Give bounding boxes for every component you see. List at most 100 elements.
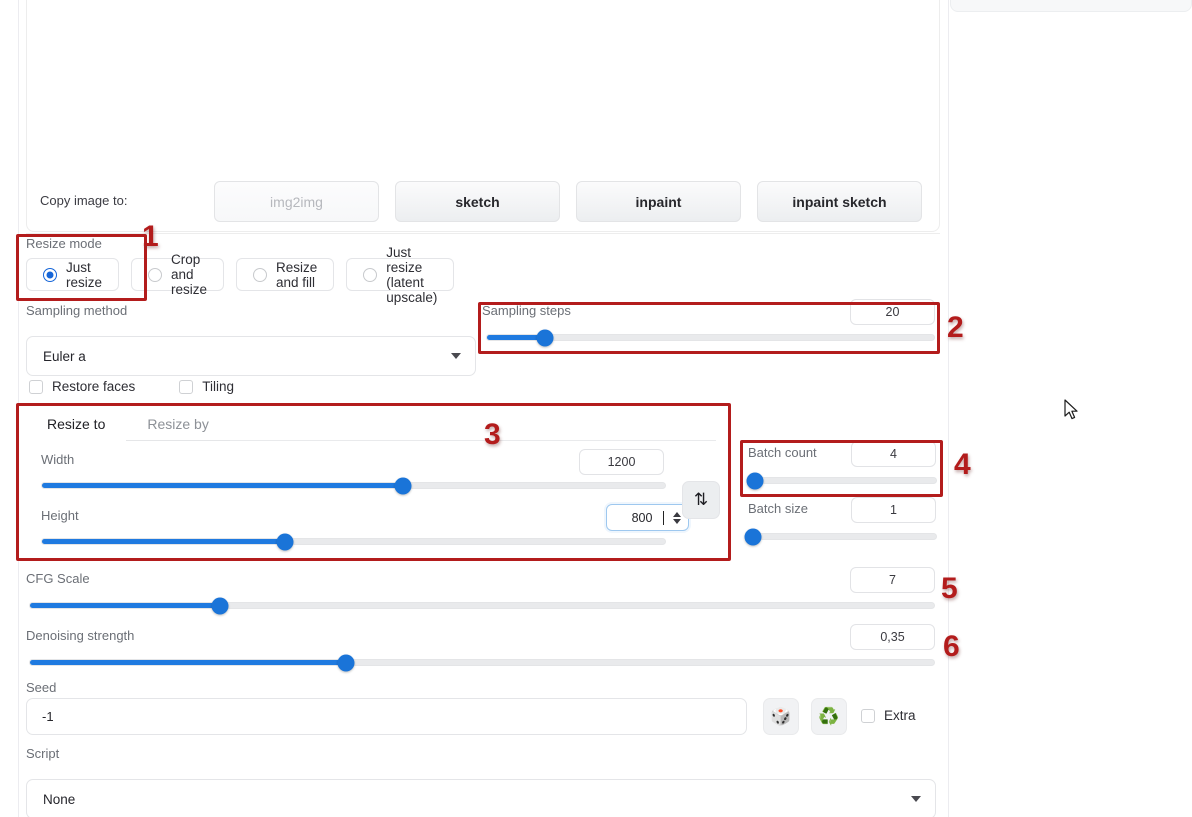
checkbox-icon bbox=[861, 708, 875, 723]
copy-image-label: Copy image to: bbox=[40, 193, 128, 208]
resize-mode-label: Resize mode bbox=[26, 236, 102, 251]
recycle-icon: ♻️ bbox=[818, 706, 840, 726]
height-label: Height bbox=[41, 508, 79, 523]
extra-label: Extra bbox=[884, 708, 916, 723]
copy-to-img2img-button[interactable]: img2img bbox=[214, 181, 379, 222]
slider-thumb[interactable] bbox=[337, 654, 355, 671]
script-group: Script None bbox=[26, 746, 936, 817]
copy-to-inpaint-button[interactable]: inpaint bbox=[576, 181, 741, 222]
sampling-steps-slider[interactable] bbox=[486, 329, 935, 346]
width-slider[interactable] bbox=[41, 477, 666, 494]
resize-mode-option-label: Crop and resize bbox=[171, 252, 208, 297]
width-label: Width bbox=[41, 452, 75, 467]
resize-mode-crop-and-resize[interactable]: Crop and resize bbox=[131, 252, 225, 297]
radio-icon bbox=[363, 267, 378, 282]
batch-size-slider[interactable] bbox=[744, 528, 937, 545]
radio-icon bbox=[148, 267, 163, 282]
tiling-checkbox[interactable]: Tiling bbox=[179, 379, 234, 394]
reuse-seed-button[interactable]: ♻️ bbox=[811, 698, 847, 735]
resize-mode-option-label: Resize and fill bbox=[276, 259, 318, 290]
script-value: None bbox=[43, 791, 76, 807]
shell-divider-left bbox=[18, 0, 19, 817]
right-panel-stub bbox=[950, 0, 1192, 12]
cfg-scale-value[interactable]: 7 bbox=[850, 567, 935, 593]
height-input[interactable]: 800 bbox=[606, 504, 689, 531]
text-caret bbox=[663, 510, 664, 525]
denoising-strength-group: Denoising strength 0,35 bbox=[26, 624, 936, 671]
sampling-steps-value[interactable]: 20 bbox=[850, 299, 935, 325]
page-root: Copy image to: img2img sketch inpaint in… bbox=[0, 0, 1192, 817]
extra-seed-checkbox[interactable]: Extra bbox=[861, 708, 916, 723]
slider-thumb[interactable] bbox=[394, 477, 412, 494]
sampling-method-label: Sampling method bbox=[26, 303, 128, 318]
resize-mode-latent-upscale[interactable]: Just resize (latent upscale) bbox=[346, 245, 455, 305]
slider-fill bbox=[42, 483, 404, 488]
tab-resize-to[interactable]: Resize to bbox=[26, 408, 127, 441]
cfg-scale-label: CFG Scale bbox=[26, 571, 90, 586]
copy-to-sketch-button[interactable]: sketch bbox=[395, 181, 560, 222]
tab-resize-by[interactable]: Resize by bbox=[126, 408, 230, 441]
denoising-strength-value[interactable]: 0,35 bbox=[850, 624, 935, 650]
height-slider[interactable] bbox=[41, 533, 666, 550]
batch-count-value[interactable]: 4 bbox=[851, 441, 936, 467]
resize-mode-group: Resize mode Just resize Crop and resize … bbox=[26, 236, 455, 305]
swap-dimensions-button[interactable]: ⇅ bbox=[682, 481, 720, 519]
resize-mode-resize-and-fill[interactable]: Resize and fill bbox=[236, 258, 335, 291]
seed-value: -1 bbox=[42, 709, 54, 724]
stepper-up-icon bbox=[673, 511, 681, 517]
dice-icon: 🎲 bbox=[770, 706, 792, 726]
random-seed-button[interactable]: 🎲 bbox=[763, 698, 799, 735]
copy-to-inpaint-sketch-button[interactable]: inpaint sketch bbox=[757, 181, 922, 222]
seed-label: Seed bbox=[26, 680, 57, 695]
slider-thumb[interactable] bbox=[536, 329, 554, 346]
tiling-label: Tiling bbox=[202, 379, 235, 394]
slider-thumb[interactable] bbox=[211, 597, 229, 614]
script-dropdown[interactable]: None bbox=[26, 779, 936, 817]
radio-icon bbox=[43, 267, 57, 282]
denoising-strength-slider[interactable] bbox=[29, 654, 935, 671]
batch-size-label: Batch size bbox=[748, 501, 808, 516]
chevron-down-icon bbox=[911, 796, 921, 802]
slider-fill bbox=[30, 660, 347, 665]
width-value[interactable]: 1200 bbox=[579, 449, 664, 475]
restore-faces-label: Restore faces bbox=[52, 379, 136, 394]
resize-mode-option-label: Just resize (latent upscale) bbox=[386, 244, 438, 305]
annotation-number-6: 6 bbox=[943, 630, 960, 663]
radio-icon bbox=[253, 267, 268, 282]
sampling-method-value: Euler a bbox=[43, 348, 86, 364]
sampling-steps-group: Sampling steps 20 bbox=[482, 299, 937, 346]
toggle-row: Restore faces Tiling bbox=[29, 379, 234, 394]
batch-size-value[interactable]: 1 bbox=[851, 497, 936, 523]
sampling-method-group: Sampling method Euler a bbox=[26, 303, 476, 376]
slider-thumb[interactable] bbox=[276, 533, 294, 550]
shell-divider-right bbox=[948, 0, 949, 817]
annotation-number-2: 2 bbox=[947, 311, 964, 344]
resize-mode-options: Just resize Crop and resize Resize and f… bbox=[26, 245, 455, 305]
section-divider bbox=[26, 233, 940, 234]
annotation-number-5: 5 bbox=[941, 572, 958, 605]
checkbox-icon bbox=[29, 379, 43, 394]
annotation-number-4: 4 bbox=[954, 448, 971, 481]
copy-image-buttons: img2img sketch inpaint inpaint sketch bbox=[214, 181, 922, 222]
batch-count-label: Batch count bbox=[748, 445, 817, 460]
mouse-cursor bbox=[1064, 399, 1078, 420]
swap-vertical-icon: ⇅ bbox=[693, 490, 709, 509]
copy-image-row: Copy image to: img2img sketch inpaint in… bbox=[26, 181, 940, 225]
batch-count-slider[interactable] bbox=[746, 472, 937, 489]
resize-mode-option-label: Just resize bbox=[66, 259, 103, 290]
checkbox-icon bbox=[179, 379, 194, 394]
restore-faces-checkbox[interactable]: Restore faces bbox=[29, 379, 135, 394]
resize-mode-just-resize[interactable]: Just resize bbox=[26, 258, 120, 291]
slider-fill bbox=[30, 603, 220, 608]
cfg-scale-slider[interactable] bbox=[29, 597, 935, 614]
stepper-down-icon bbox=[673, 518, 681, 524]
slider-thumb[interactable] bbox=[744, 528, 762, 545]
slider-fill bbox=[42, 539, 285, 544]
cfg-scale-group: CFG Scale 7 bbox=[26, 567, 936, 614]
chevron-down-icon bbox=[451, 353, 461, 359]
slider-thumb[interactable] bbox=[746, 472, 764, 489]
resize-tabs: Resize to Resize by bbox=[26, 408, 230, 441]
sampling-method-dropdown[interactable]: Euler a bbox=[26, 336, 476, 376]
seed-group: Seed -1 🎲 ♻️ Extra bbox=[26, 680, 936, 735]
seed-input[interactable]: -1 bbox=[26, 698, 747, 735]
